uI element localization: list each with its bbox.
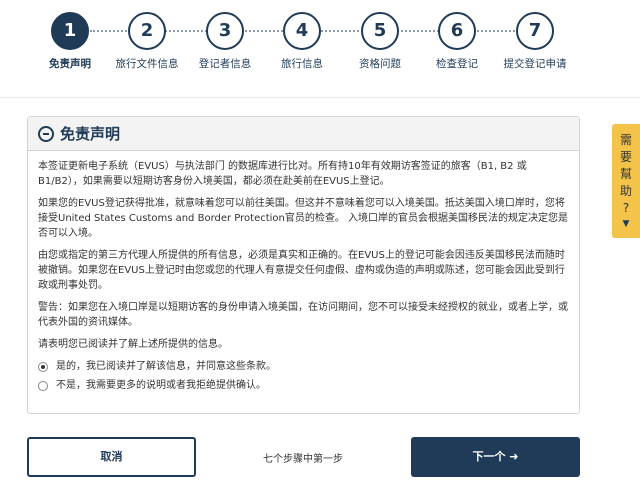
agree-radio[interactable]	[38, 361, 48, 372]
panel-title: 免责声明	[60, 125, 121, 143]
step-number: 7	[516, 12, 554, 50]
step-number: 2	[128, 12, 166, 50]
step-number: 1	[51, 12, 89, 50]
step-2: 2 旅行文件信息	[102, 12, 192, 71]
step-4: 4 旅行信息	[257, 12, 347, 71]
step-6: 6 检查登记	[412, 12, 502, 71]
step-7: 7 提交登记申请	[490, 12, 580, 71]
disclaimer-paragraph: 由您或指定的第三方代理人所提供的所有信息，必须是真实和正确的。在EVUS上的登记…	[38, 250, 565, 291]
help-char: 需	[619, 133, 632, 147]
disclaimer-text: 本签证更新电子系统（EVUS）与执法部门 的数据库进行比对。所有持10年有效期访…	[28, 151, 579, 393]
triangle-down-icon: ▼	[622, 219, 630, 229]
disclaimer-panel-header[interactable]: 免责声明	[28, 117, 579, 151]
collapse-icon[interactable]	[38, 125, 54, 142]
disagree-radio[interactable]	[38, 380, 48, 391]
agree-option[interactable]: 是的，我已阅读并了解该信息，并同意这些条款。	[38, 359, 569, 374]
help-tab[interactable]: 需 要 幫 助 ? ▼	[612, 124, 640, 238]
confirm-prompt: 请表明您已阅读并了解上述所提供的信息。	[38, 339, 228, 350]
step-label: 提交登记申请	[503, 58, 567, 70]
disclaimer-paragraph: 警告：如果您在入境口岸是以短期访客的身份申请入境美国，在访问期间，您不可以接受未…	[38, 302, 568, 328]
step-number: 5	[361, 12, 399, 50]
step-label: 旅行文件信息	[115, 58, 179, 70]
step-number: 4	[283, 12, 321, 50]
step-progress-bar: 1 免责声明 2 旅行文件信息 3 登记者信息 4 旅行信息 5 资格问题 6 …	[0, 0, 640, 98]
step-number: 3	[206, 12, 244, 50]
help-char: 助	[619, 184, 632, 198]
step-progress-text: 七个步骤中第一步	[263, 454, 343, 465]
disclaimer-panel: 免责声明 本签证更新电子系统（EVUS）与执法部门 的数据库进行比对。所有持10…	[27, 116, 580, 414]
help-char: 幫	[619, 167, 632, 181]
disagree-label: 不是，我需要更多的说明或者我拒绝提供确认。	[56, 380, 266, 391]
agree-label: 是的，我已阅读并了解该信息，并同意这些条款。	[56, 361, 276, 372]
cancel-button[interactable]: 取消	[27, 437, 196, 477]
disclaimer-paragraph: 本签证更新电子系统（EVUS）与执法部门 的数据库进行比对。所有持10年有效期访…	[38, 161, 527, 187]
disclaimer-paragraph: 如果您的EVUS登记获得批准，就意味着您可以前往美国。但这并不意味着您可以入境美…	[38, 198, 569, 239]
disagree-option[interactable]: 不是，我需要更多的说明或者我拒绝提供确认。	[38, 378, 569, 393]
step-label: 旅行信息	[281, 58, 323, 70]
next-button[interactable]: 下一个 ➜	[411, 437, 580, 477]
help-char: 要	[619, 150, 632, 164]
step-number: 6	[438, 12, 476, 50]
step-label: 检查登记	[436, 58, 478, 70]
help-char: ?	[622, 201, 630, 215]
